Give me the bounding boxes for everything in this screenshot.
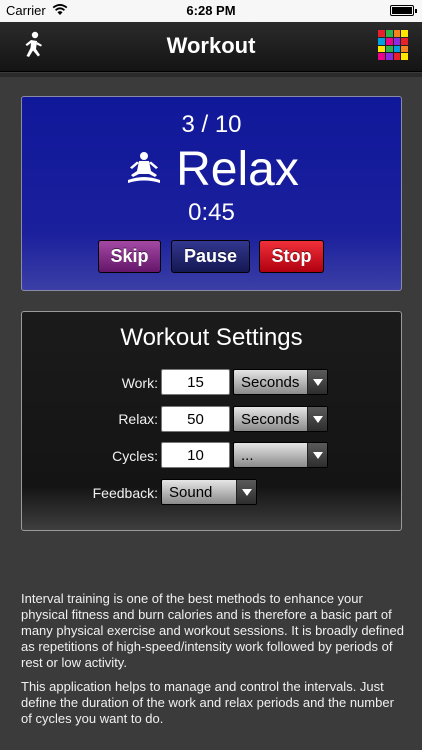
phase-label: Relax bbox=[176, 142, 299, 196]
feedback-select[interactable]: Sound bbox=[161, 479, 257, 505]
settings-panel: Workout Settings Work: Seconds Relax: Se… bbox=[21, 311, 402, 531]
cycles-label: Cycles: bbox=[112, 448, 158, 464]
relax-label: Relax: bbox=[118, 411, 158, 427]
intro-paragraph-2: This application helps to manage and con… bbox=[21, 679, 394, 726]
nav-bar: Workout bbox=[0, 22, 422, 72]
work-unit-select[interactable]: Seconds bbox=[233, 369, 328, 395]
cycles-unit-select[interactable]: ... bbox=[233, 442, 328, 468]
stop-button[interactable]: Stop bbox=[259, 240, 324, 273]
pause-button[interactable]: Pause bbox=[171, 240, 250, 273]
relax-input[interactable] bbox=[161, 406, 230, 432]
chevron-down-icon bbox=[307, 370, 327, 394]
relax-unit-select[interactable]: Seconds bbox=[233, 406, 328, 432]
nav-divider bbox=[0, 73, 422, 77]
chevron-down-icon bbox=[236, 480, 256, 504]
work-input[interactable] bbox=[161, 369, 230, 395]
cycles-unit-value: ... bbox=[241, 447, 254, 464]
cycles-input[interactable] bbox=[161, 442, 230, 468]
meditation-icon bbox=[128, 152, 161, 183]
cycle-count: 3 / 10 bbox=[181, 111, 242, 138]
skip-button[interactable]: Skip bbox=[98, 240, 161, 273]
work-label: Work: bbox=[121, 375, 158, 391]
timer-display: 0:45 bbox=[188, 199, 235, 226]
page-title: Workout bbox=[166, 33, 256, 58]
workout-panel: 3 / 10 Relax 0:45 Skip Pause Stop bbox=[21, 96, 402, 291]
chevron-down-icon bbox=[307, 443, 327, 467]
feedback-value: Sound bbox=[169, 484, 213, 501]
work-unit-value: Seconds bbox=[241, 374, 300, 391]
intro-text: Interval training is one of the best met… bbox=[21, 591, 406, 735]
chevron-down-icon bbox=[307, 407, 327, 431]
phase-row: Relax bbox=[22, 141, 401, 197]
relax-unit-value: Seconds bbox=[241, 411, 300, 428]
status-bar: Carrier 6:28 PM bbox=[0, 0, 422, 22]
status-time: 6:28 PM bbox=[186, 3, 236, 18]
feedback-label: Feedback: bbox=[92, 485, 158, 501]
settings-title: Workout Settings bbox=[120, 324, 303, 351]
color-grid-icon[interactable] bbox=[378, 30, 408, 60]
battery-icon bbox=[390, 5, 417, 16]
intro-paragraph-1: Interval training is one of the best met… bbox=[21, 591, 404, 670]
